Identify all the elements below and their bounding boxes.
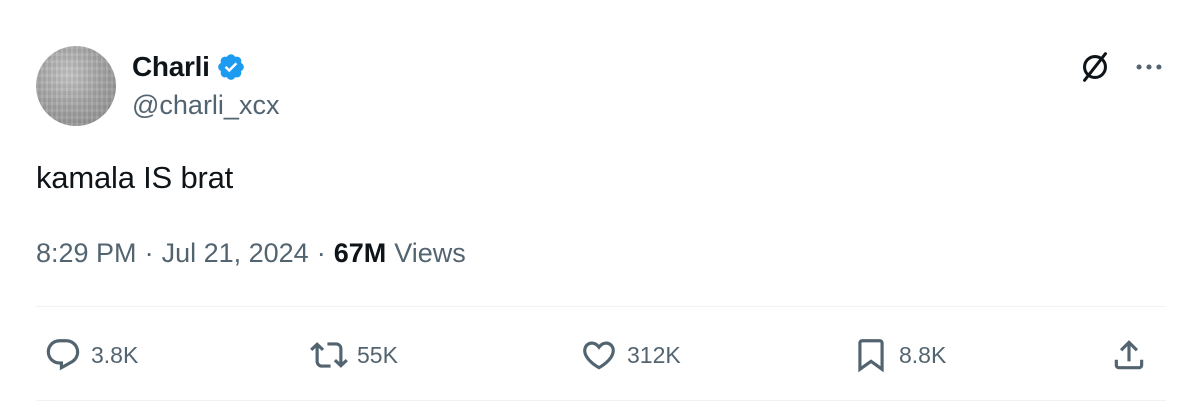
repost-button[interactable]: 55K	[310, 334, 398, 376]
verified-badge-icon[interactable]	[216, 52, 246, 82]
author-handle[interactable]: @charli_xcx	[132, 90, 279, 121]
like-count: 312K	[627, 341, 681, 368]
divider	[36, 400, 1166, 401]
views-label[interactable]: Views	[394, 238, 466, 269]
share-icon	[1114, 340, 1144, 370]
author-display-name[interactable]: Charli	[132, 51, 210, 83]
reply-count: 3.8K	[91, 341, 139, 368]
bookmark-icon	[858, 339, 884, 373]
repost-icon	[310, 342, 348, 368]
reply-button[interactable]: 3.8K	[44, 334, 138, 376]
more-icon[interactable]	[1132, 50, 1166, 84]
views-count[interactable]: 67M	[334, 238, 387, 269]
avatar[interactable]	[36, 46, 116, 126]
author-name-row: Charli	[132, 50, 246, 84]
meta-separator: ·	[316, 238, 326, 268]
tweet-text: kamala IS brat	[36, 160, 234, 195]
tweet-meta: 8:29 PM · Jul 21, 2024 · 67M Views	[36, 238, 466, 269]
like-button[interactable]: 312K	[580, 334, 681, 376]
tweet-card: Charli @charli_xcx kamala IS brat 8:29 P…	[0, 0, 1192, 414]
reply-icon	[46, 339, 80, 371]
bookmark-button[interactable]: 8.8K	[852, 334, 946, 376]
bookmark-count: 8.8K	[899, 341, 947, 368]
tweet-time[interactable]: 8:29 PM	[36, 238, 137, 269]
divider	[36, 306, 1166, 307]
like-icon	[583, 341, 615, 370]
tweet-top-actions	[1076, 48, 1166, 86]
engagement-bar: 3.8K 55K 312K 8.8K	[36, 334, 1166, 376]
meta-separator: ·	[144, 238, 154, 268]
repost-count: 55K	[357, 341, 398, 368]
grok-icon[interactable]	[1076, 48, 1114, 86]
share-button[interactable]	[1110, 334, 1148, 376]
tweet-date[interactable]: Jul 21, 2024	[162, 238, 309, 269]
